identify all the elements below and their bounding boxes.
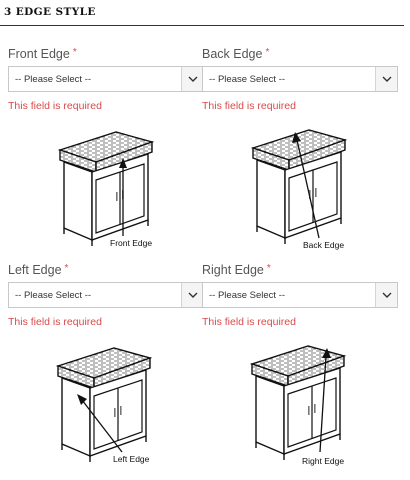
right-edge-caption: Right Edge: [302, 456, 344, 466]
chevron-down-icon[interactable]: [181, 67, 203, 91]
front-edge-error: This field is required: [8, 100, 102, 112]
right-edge-label: Right Edge *: [202, 262, 398, 278]
front-edge-select[interactable]: -- Please Select --: [8, 66, 204, 92]
left-edge-illustration: Left Edge: [50, 344, 160, 464]
required-mark: *: [72, 47, 77, 58]
front-edge-label-text: Front Edge: [8, 47, 70, 61]
front-edge-select-value: -- Please Select --: [15, 73, 92, 85]
back-edge-select[interactable]: -- Please Select --: [202, 66, 398, 92]
back-edge-field: Back Edge * -- Please Select -- This fiel…: [202, 46, 398, 112]
required-mark: *: [265, 47, 270, 58]
back-edge-illustration: Back Edge: [245, 126, 355, 250]
back-edge-label: Back Edge *: [202, 46, 398, 62]
back-edge-caption: Back Edge: [303, 240, 344, 250]
left-edge-label-text: Left Edge: [8, 263, 62, 277]
left-edge-label: Left Edge *: [8, 262, 204, 278]
left-edge-select[interactable]: -- Please Select --: [8, 282, 204, 308]
front-edge-label: Front Edge *: [8, 46, 204, 62]
back-edge-select-value: -- Please Select --: [209, 73, 286, 85]
required-mark: *: [64, 263, 69, 274]
chevron-down-icon[interactable]: [181, 283, 203, 307]
left-edge-field: Left Edge * -- Please Select -- This fiel…: [8, 262, 204, 328]
right-edge-select-value: -- Please Select --: [209, 289, 286, 301]
left-edge-select-value: -- Please Select --: [15, 289, 92, 301]
left-edge-error: This field is required: [8, 316, 102, 328]
front-edge-illustration: Front Edge: [52, 128, 162, 248]
right-edge-label-text: Right Edge: [202, 263, 264, 277]
right-edge-error: This field is required: [202, 316, 296, 328]
back-edge-error: This field is required: [202, 100, 296, 112]
section-divider: [0, 25, 404, 26]
chevron-down-icon[interactable]: [375, 67, 397, 91]
section-title: 3 EDGE STYLE: [4, 6, 96, 18]
left-edge-caption: Left Edge: [113, 454, 150, 464]
front-edge-field: Front Edge * -- Please Select -- This fie…: [8, 46, 204, 112]
required-mark: *: [266, 263, 271, 274]
back-edge-label-text: Back Edge: [202, 47, 263, 61]
right-edge-select[interactable]: -- Please Select --: [202, 282, 398, 308]
right-edge-field: Right Edge * -- Please Select -- This fie…: [202, 262, 398, 328]
right-edge-illustration: Right Edge: [244, 342, 354, 466]
chevron-down-icon[interactable]: [375, 283, 397, 307]
front-edge-caption: Front Edge: [110, 238, 152, 248]
